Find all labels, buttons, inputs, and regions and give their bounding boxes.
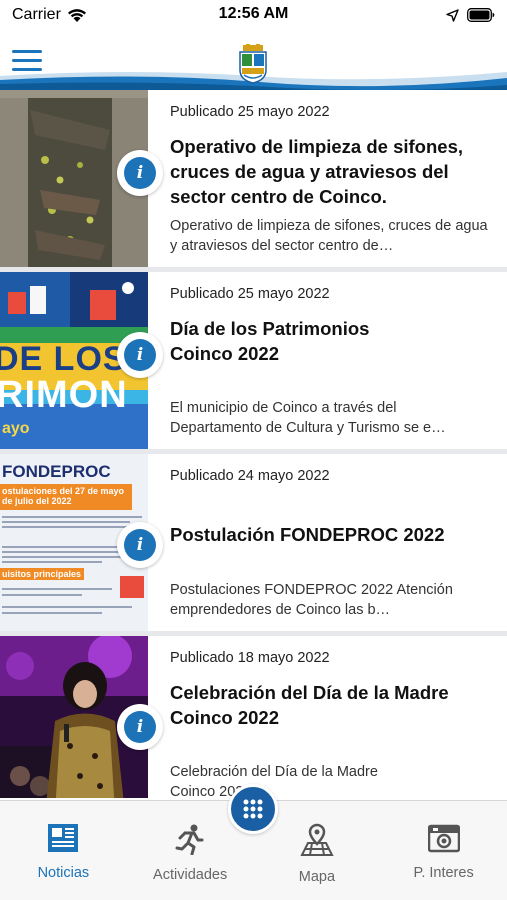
camera-icon [427,824,460,853]
app-header [0,30,507,90]
tab-label: Mapa [298,869,336,885]
tab-label: Actividades [153,867,228,883]
tab-label: Noticias [37,865,90,881]
grid-dots-icon [243,799,263,819]
map-pin-icon [300,823,334,856]
hamburger-icon-line [12,68,42,71]
hamburger-icon [12,50,42,53]
news-item[interactable]: FONDEPROC 2022 ostulaciones del 27 de ma… [0,454,507,636]
info-icon: i [124,157,156,189]
menu-button[interactable] [12,50,42,74]
tab-label: P. Interes [413,865,474,881]
grid-menu-button[interactable] [228,784,278,834]
news-body: Publicado 18 mayo 2022 Celebración del D… [148,636,507,798]
news-date: Publicado 25 mayo 2022 [170,286,330,302]
news-item[interactable]: i Publicado 25 mayo 2022 Operativo de li… [0,90,507,272]
news-item[interactable]: i Publicado 18 mayo 2022 Celebración del… [0,636,507,798]
news-date: Publicado 25 mayo 2022 [170,104,330,120]
newspaper-icon [48,824,79,852]
news-date: Publicado 24 mayo 2022 [170,468,330,484]
info-button[interactable]: i [117,332,163,378]
news-list[interactable]: i Publicado 25 mayo 2022 Operativo de li… [0,90,507,798]
info-button[interactable]: i [117,522,163,568]
news-body: Publicado 24 mayo 2022 Postulación FONDE… [148,454,507,631]
status-bar: Carrier 12:56 AM [0,0,507,30]
tab-noticias[interactable]: Noticias [0,801,127,900]
info-icon: i [124,339,156,371]
municipal-crest-icon [239,44,267,84]
news-excerpt: El municipio de Coinco a través del Depa… [170,400,446,436]
news-title[interactable]: Postulación FONDEPROC 2022 [170,498,490,576]
news-excerpt: Operativo de limpieza de sifones, cruces… [170,218,488,254]
info-icon: i [124,711,156,743]
poster-text-2: RIMON [0,374,128,416]
news-body: Publicado 25 mayo 2022 Operativo de limp… [148,90,507,267]
running-person-icon [175,824,204,855]
fondeproc-req: uisitos principales [2,569,82,579]
tab-p-interes[interactable]: P. Interes [380,801,507,900]
hamburger-icon-line [12,59,42,62]
status-time: 12:56 AM [218,5,289,22]
info-button[interactable]: i [117,704,163,750]
info-button[interactable]: i [117,150,163,196]
news-title[interactable]: Operativo de limpieza de sifones, cruces… [170,134,489,212]
news-date: Publicado 18 mayo 2022 [170,650,330,666]
news-title[interactable]: Día de los Patrimonios Coinco 2022 [170,316,400,394]
news-excerpt: Postulaciones FONDEPROC 2022 Atención em… [170,582,453,618]
info-icon: i [124,529,156,561]
news-item[interactable]: DE LOS RIMON ayo i Publicado 25 mayo 202… [0,272,507,454]
news-title[interactable]: Celebración del Día de la Madre Coinco 2… [170,680,480,758]
news-body: Publicado 25 mayo 2022 Día de los Patrim… [148,272,507,449]
poster-text-3: ayo [2,420,30,437]
news-excerpt: Celebración del Día de la Madre Coinco 2… [170,764,378,798]
